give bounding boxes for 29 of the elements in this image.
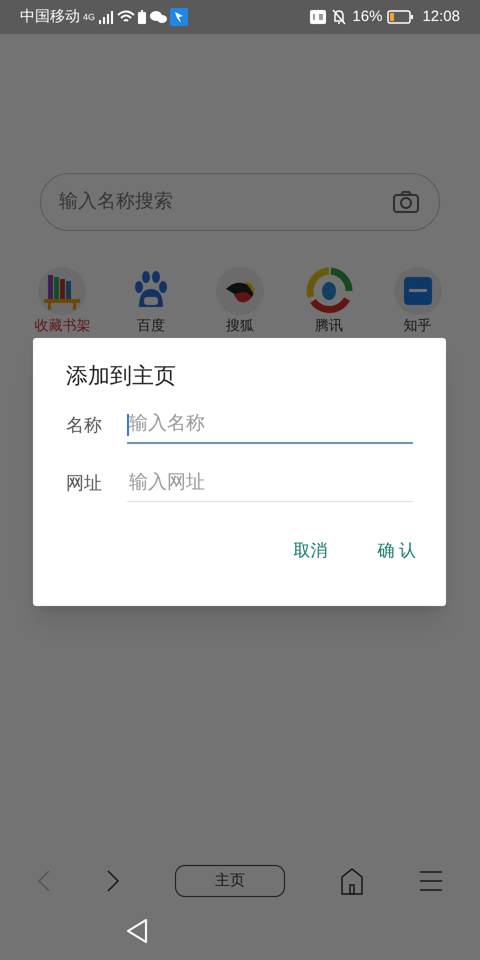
shortcut-item[interactable]: 搜狐 [196, 267, 284, 333]
battery-icon [387, 10, 414, 24]
dialog-button[interactable]: 确 认 [365, 532, 428, 570]
shortcut-item[interactable]: 知乎 [373, 267, 462, 333]
input-field[interactable]: 输入名称 [127, 406, 413, 444]
field-label: 网址 [66, 472, 103, 494]
carrier-name: 中国移动 [20, 6, 80, 27]
bookshelf-icon [38, 267, 86, 315]
swirl-icon [216, 267, 264, 315]
menu-icon [418, 870, 443, 892]
camera-icon [392, 190, 420, 214]
signal-icon [98, 10, 114, 24]
chat-bubbles-icon [149, 10, 168, 24]
dialog-title: 添加到主页 [66, 362, 177, 390]
back-triangle-icon [126, 918, 148, 944]
battery-percent: 16% [352, 6, 382, 27]
network-type: 4G [83, 10, 96, 24]
home-page-button[interactable]: 主页 [174, 865, 285, 897]
shortcut-item[interactable]: 百度 [106, 267, 196, 333]
shortcut-item[interactable]: 腾讯 [284, 267, 374, 333]
dialog-button[interactable]: 取消 [281, 532, 340, 570]
clock-time: 12:08 [422, 6, 460, 27]
bell-muted-icon [331, 9, 348, 25]
search-field[interactable]: 输入名称搜索 [40, 173, 440, 231]
field-label: 名称 [66, 414, 103, 436]
wifi-icon [117, 10, 136, 24]
ring-icon [304, 267, 353, 315]
house-icon [340, 867, 364, 895]
shortcut-item[interactable]: 收藏书架 [18, 267, 107, 333]
